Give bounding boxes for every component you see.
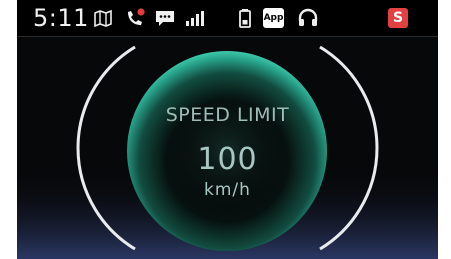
speed-limit-unit: km/h <box>204 180 251 200</box>
signal-icon <box>183 7 205 29</box>
status-bar: 5:11 App S <box>17 0 438 36</box>
message-icon[interactable] <box>154 7 176 29</box>
speed-limit-value: 100 <box>197 142 258 177</box>
app-icon[interactable]: App <box>263 8 284 28</box>
map-icon[interactable] <box>92 7 114 29</box>
battery-icon <box>235 7 257 29</box>
s-icon[interactable]: S <box>388 8 408 28</box>
speed-limit-gauge: SPEED LIMIT 100 km/h <box>17 37 438 259</box>
instrument-screen: 5:11 App S SPEED LIMIT 100 km/h <box>17 0 438 259</box>
clock-time: 5:11 <box>33 4 89 32</box>
headset-icon[interactable] <box>297 7 319 29</box>
speed-limit-title: SPEED LIMIT <box>165 104 290 126</box>
phone-missed-call-icon[interactable] <box>124 7 146 29</box>
